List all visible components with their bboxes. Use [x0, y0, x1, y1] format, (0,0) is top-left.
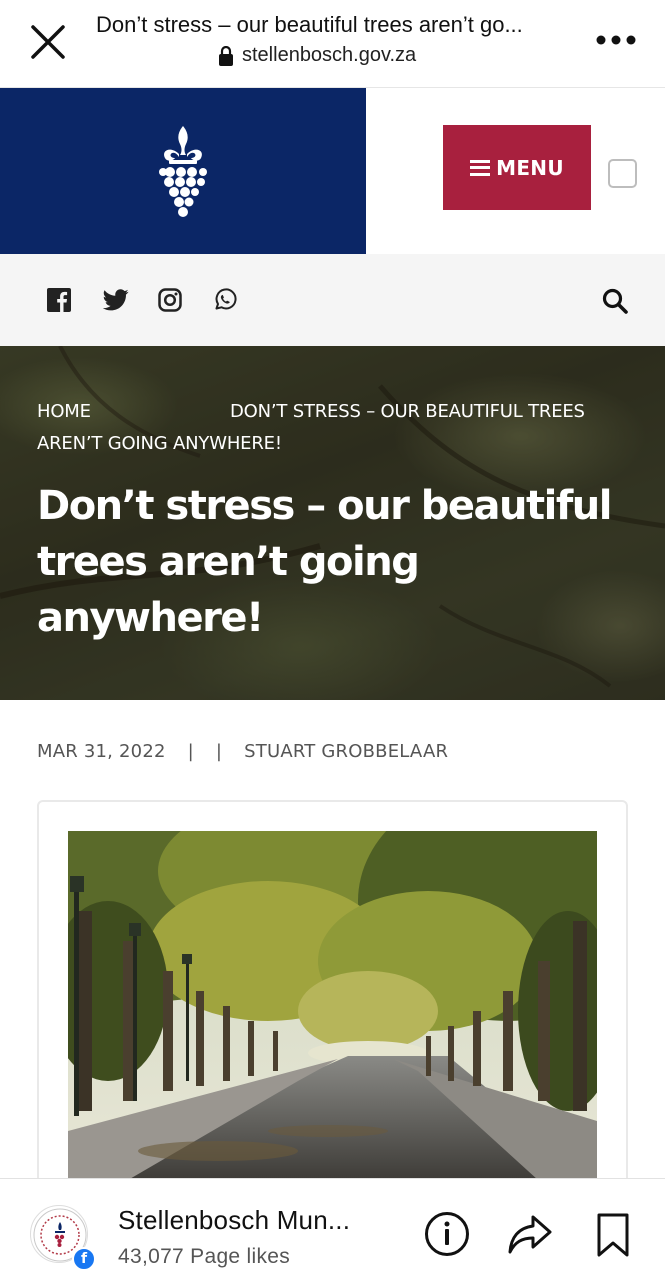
browser-title-area: Don’t stress – our beautiful trees aren’…	[96, 12, 576, 67]
site-logo-block[interactable]	[0, 88, 366, 254]
fleur-de-lis-grapes-logo-icon	[159, 126, 207, 217]
info-icon[interactable]	[424, 1211, 470, 1257]
url-text: stellenbosch.gov.za	[242, 44, 417, 66]
page-name[interactable]: Stellenbosch Mun...	[118, 1205, 350, 1236]
meta-separator: |	[187, 741, 194, 762]
meta-separator: |	[215, 741, 223, 762]
facebook-badge-icon: f	[72, 1247, 96, 1271]
breadcrumb-home[interactable]: HOME	[37, 396, 230, 428]
article-title: Don’t stress – our beautiful trees aren’…	[37, 483, 612, 641]
page-likes: 43,077 Page likes	[118, 1245, 291, 1268]
search-icon[interactable]	[602, 288, 628, 314]
instagram-icon[interactable]	[158, 288, 182, 312]
twitter-icon[interactable]	[102, 288, 129, 312]
whatsapp-icon[interactable]	[213, 288, 237, 312]
tree-avenue-photo	[68, 831, 597, 1180]
share-icon[interactable]	[507, 1211, 553, 1257]
hamburger-icon	[470, 159, 491, 176]
more-icon[interactable]	[595, 28, 637, 52]
article-author[interactable]: STUART GROBBELAAR	[244, 741, 448, 762]
browser-top-bar: Don’t stress – our beautiful trees aren’…	[0, 0, 665, 88]
facebook-icon[interactable]	[47, 288, 71, 312]
site-header: MENU	[0, 88, 665, 254]
social-bar	[0, 254, 665, 346]
menu-toggle-checkbox[interactable]	[608, 159, 637, 188]
breadcrumb: HOME DON’T STRESS – OUR BEAUTIFUL TREES A…	[37, 396, 637, 460]
page-title: Don’t stress – our beautiful trees aren’…	[96, 12, 523, 37]
bookmark-icon[interactable]	[590, 1211, 636, 1257]
menu-button[interactable]: MENU	[443, 125, 591, 210]
url-row: stellenbosch.gov.za	[218, 44, 576, 67]
close-icon[interactable]	[28, 22, 68, 62]
article-date: MAR 31, 2022	[37, 741, 166, 762]
menu-label: MENU	[496, 155, 564, 180]
lock-icon	[219, 45, 233, 66]
hero-banner: HOME DON’T STRESS – OUR BEAUTIFUL TREES A…	[0, 346, 665, 700]
facebook-page-bar: f Stellenbosch Mun... 43,077 Page likes	[0, 1178, 665, 1280]
article-meta: MAR 31, 2022 | | STUART GROBBELAAR	[37, 741, 448, 762]
